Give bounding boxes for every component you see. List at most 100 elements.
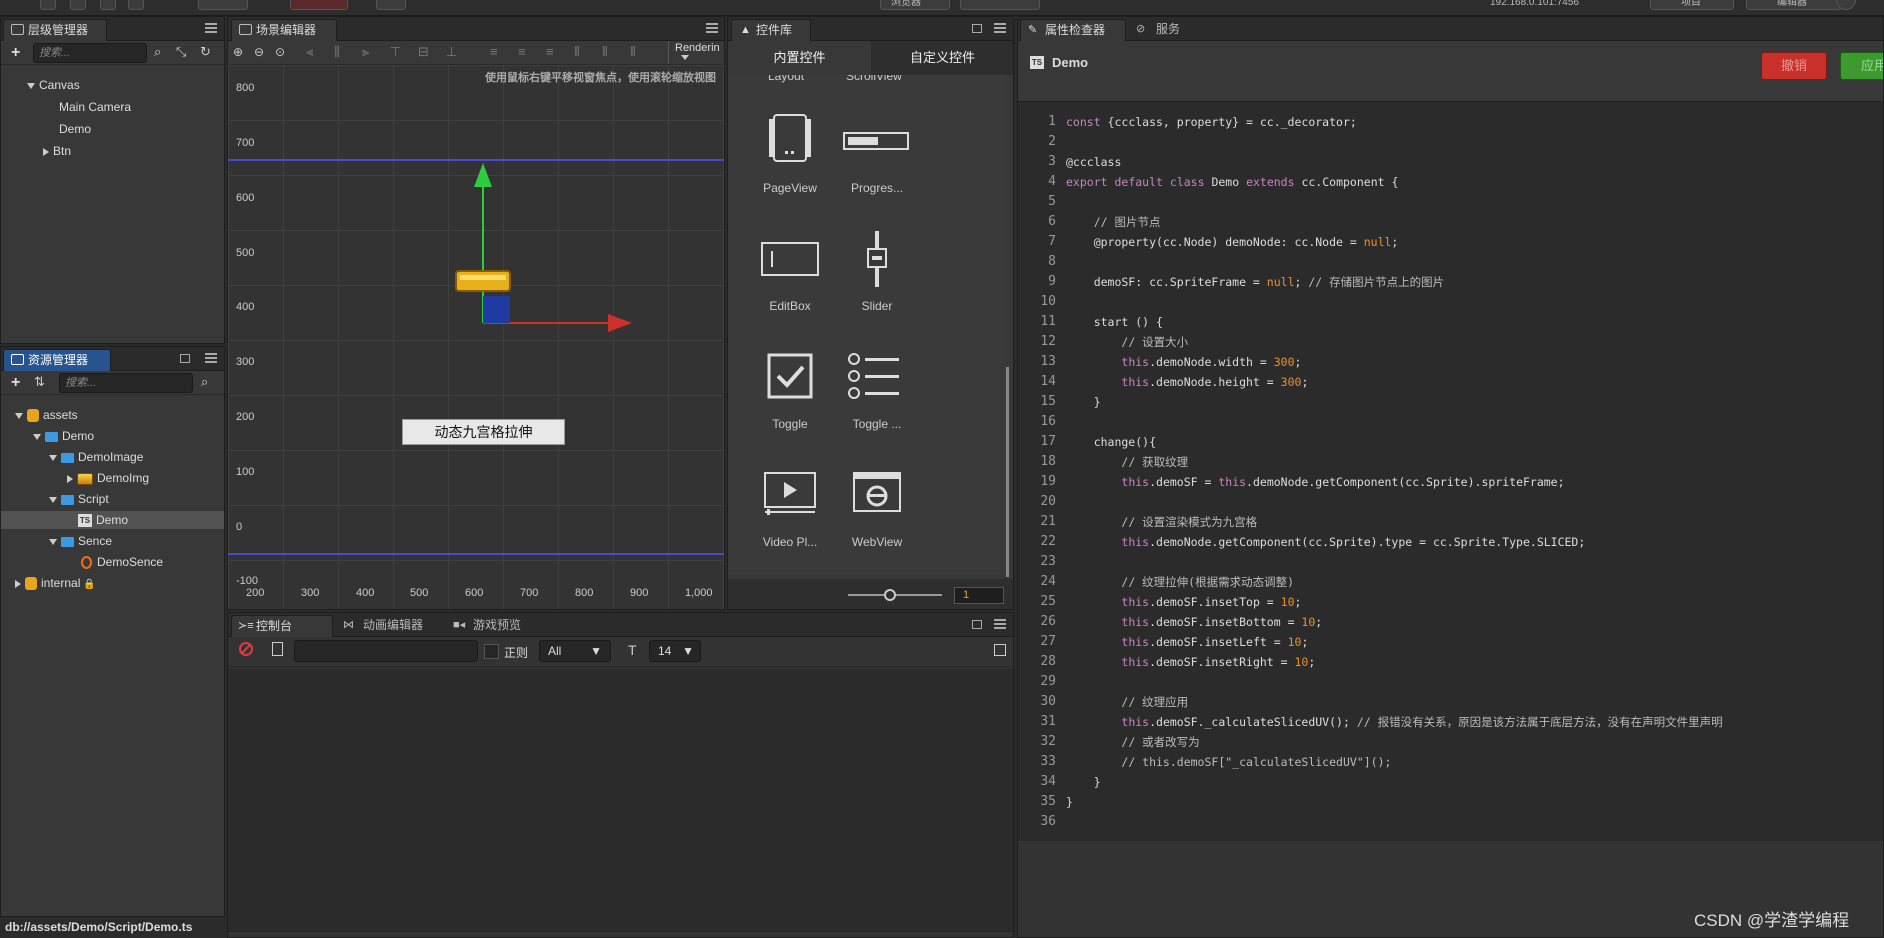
restore-icon[interactable] [972,620,982,629]
scene-viewport[interactable]: 使用鼠标右键平移视窗焦点，使用滚轮缩放视图 800 700 600 500 40… [228,65,724,609]
tab-custom-widgets[interactable]: 自定义控件 [871,41,1013,75]
tree-item-demo[interactable]: Demo [59,120,91,138]
search-icon[interactable]: ⌕ [201,375,208,389]
icon-size-slider-thumb[interactable] [884,589,896,601]
console-hscroll[interactable] [228,931,1013,937]
tree-item-demo-folder[interactable]: Demo [33,427,94,445]
caret-down-icon[interactable] [49,538,57,545]
zoom-reset-icon[interactable]: ⊙ [275,45,285,59]
caret-down-icon[interactable] [49,454,57,461]
tool-button[interactable] [128,0,144,10]
preview-platform-select[interactable]: 浏览器 [880,0,950,10]
caret-down-icon[interactable] [27,82,35,89]
revert-button[interactable]: 撤销 [1761,52,1827,80]
distribute-top-icon[interactable]: ≡ [490,45,498,59]
search-icon[interactable]: ⌕ [154,45,161,59]
tab-widget-library[interactable]: ▲ 控件库 [731,19,811,41]
zoom-in-icon[interactable]: ⊕ [233,45,243,59]
assets-search-input[interactable]: 搜索... [59,373,193,393]
align-left-icon[interactable]: ⫷ [306,45,313,59]
add-asset-icon[interactable]: + [11,375,20,391]
tool-button[interactable] [376,0,406,10]
tab-assets[interactable]: 资源管理器 [3,349,111,371]
ip-address[interactable]: 192.168.0.101:7456 [1490,0,1579,8]
editor-button[interactable]: 编辑器 [1746,0,1842,10]
caret-down-icon[interactable] [33,433,41,440]
distribute-right-icon[interactable]: ⦀ [630,45,636,59]
panel-menu-icon[interactable] [994,619,1006,629]
collapse-icon[interactable]: ⤡ [176,45,186,59]
align-top-icon[interactable]: ⊤ [390,45,401,59]
distribute-middle-icon[interactable]: ⦀ [602,45,608,59]
distribute-bottom-icon[interactable]: ≡ [546,45,554,59]
widget-toggle[interactable]: Toggle [745,341,835,459]
tab-scene-editor[interactable]: 场景编辑器 [231,19,337,41]
zoom-out-icon[interactable]: ⊖ [254,45,264,59]
tab-inspector[interactable]: ✎ 属性检查器 [1020,19,1126,41]
tool-button[interactable] [290,0,348,10]
apply-button[interactable]: 应用 [1840,52,1883,80]
widget-editbox[interactable]: EditBox [745,223,835,341]
tab-console[interactable]: ≻≡ 控制台 [231,615,333,637]
restore-icon[interactable] [180,354,190,363]
refresh-icon[interactable]: ↻ [200,45,211,59]
align-center-v-icon[interactable]: ⊟ [418,45,429,59]
panel-menu-icon[interactable] [205,23,217,33]
panel-menu-icon[interactable] [706,23,718,33]
restore-icon[interactable] [972,24,982,33]
caret-down-icon[interactable] [49,496,57,503]
scene-demo-node-label[interactable]: 动态九宫格拉伸 [402,419,565,445]
font-size-select[interactable]: 14 ▼ [649,640,701,662]
caret-right-icon[interactable] [15,579,21,588]
regex-checkbox[interactable] [484,644,499,659]
distribute-left-icon[interactable]: ⦀ [574,45,580,59]
tab-services[interactable]: ⊘ 服务 [1136,19,1180,41]
icon-size-input[interactable]: 1 [954,587,1004,604]
tool-button[interactable] [70,0,86,10]
log-file-icon[interactable] [272,642,283,656]
panel-menu-icon[interactable] [994,23,1006,33]
widget-slider[interactable]: Slider [832,223,922,341]
panel-menu-icon[interactable] [205,353,217,363]
project-button[interactable]: 项目 [1650,0,1734,10]
tree-item-internal[interactable]: internal 🔒 [15,574,96,592]
sort-icon[interactable]: ⇅ [34,375,45,389]
align-right-icon[interactable]: ⫸ [362,45,369,59]
code-viewer[interactable]: 1 const {ccclass, property} = cc._decorat… [1018,101,1883,841]
tree-item-canvas[interactable]: Canvas [27,76,80,94]
tree-item-assets[interactable]: assets [15,406,78,424]
tree-item-script-folder[interactable]: Script [49,490,109,508]
widget-webview[interactable]: WebView [832,459,922,575]
widget-pageview[interactable]: PageView [745,105,835,223]
tree-item-demoimg[interactable]: DemoImg [67,469,149,487]
tool-button[interactable] [100,0,116,10]
play-button[interactable] [960,0,1040,10]
hierarchy-search-input[interactable]: 搜索... [33,43,147,63]
caret-right-icon[interactable] [43,147,49,156]
align-bottom-icon[interactable]: ⊥ [446,45,457,59]
tool-button[interactable] [198,0,248,10]
tree-item-demosence[interactable]: DemoSence [81,553,163,571]
add-node-icon[interactable]: + [11,45,20,61]
widget-togglegroup[interactable]: Toggle ... [832,341,922,459]
tree-item-sence-folder[interactable]: Sence [49,532,112,550]
tab-builtin-widgets[interactable]: 内置控件 [728,41,871,75]
tab-game-preview[interactable]: ■◂ 游戏预览 [453,615,521,637]
caret-down-icon[interactable] [15,412,23,419]
widget-progressbar[interactable]: Progres... [832,105,922,223]
tree-item-demo-ts[interactable]: TS Demo [1,511,224,529]
tree-item-btn[interactable]: Btn [43,142,71,160]
rendering-dropdown[interactable]: Renderin [668,41,724,64]
transform-gizmo[interactable] [228,65,724,610]
widget-videoplayer[interactable]: Video Pl... [745,459,835,575]
tool-button[interactable] [40,0,56,10]
log-level-select[interactable]: All ▼ [539,640,611,662]
align-center-h-icon[interactable]: ⫼ [334,45,340,59]
console-filter-input[interactable] [294,640,478,662]
caret-right-icon[interactable] [67,474,73,483]
tree-item-demoimage-folder[interactable]: DemoImage [49,448,143,466]
collapse-console-icon[interactable] [994,644,1006,656]
tab-animation-editor[interactable]: ⋈ 动画编辑器 [343,615,423,637]
distribute-center-icon[interactable]: ≡ [518,45,526,59]
widget-scrollbar[interactable] [1006,367,1009,577]
